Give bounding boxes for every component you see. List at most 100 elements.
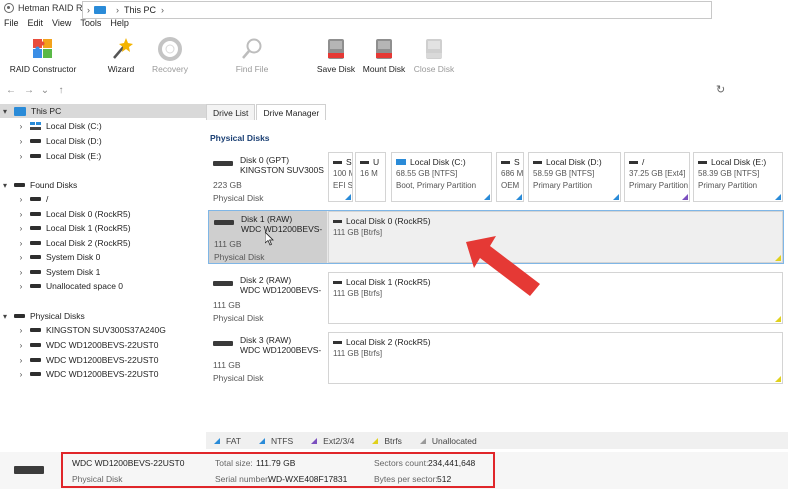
find-file-button[interactable]: Find File bbox=[232, 32, 272, 76]
chevron-right-icon[interactable]: › bbox=[16, 341, 26, 350]
chevron-right-icon[interactable]: › bbox=[16, 122, 26, 131]
chevron-right-icon[interactable]: › bbox=[16, 137, 26, 146]
chevron-down-icon[interactable]: ▾ bbox=[0, 312, 10, 321]
history-chevron-icon[interactable]: ⌄ bbox=[38, 85, 52, 96]
chevron-right-icon[interactable]: › bbox=[16, 239, 26, 248]
legend-swatch bbox=[372, 437, 379, 444]
tree-item-this-pc[interactable]: ▾ This PC bbox=[0, 104, 206, 118]
wizard-button[interactable]: Wizard bbox=[103, 32, 139, 76]
path-chevron-icon: › bbox=[116, 5, 119, 15]
menu-help[interactable]: Help bbox=[110, 18, 129, 28]
status-serial-label: Serial number: bbox=[215, 474, 271, 484]
tree-item-found-root[interactable]: › / bbox=[16, 192, 49, 206]
disk-info[interactable]: Disk 0 (GPT) KINGSTON SUV300S 223 GB Phy… bbox=[208, 152, 326, 203]
tree-item-kingston[interactable]: › KINGSTON SUV300S37A240G bbox=[16, 323, 166, 337]
partition-tile-local-disk-d[interactable]: Local Disk (D:) 58.59 GB [NTFS] Primary … bbox=[528, 152, 621, 202]
tree-item-wdc-2[interactable]: › WDC WD1200BEVS-22UST0 bbox=[16, 353, 159, 367]
legend-swatch bbox=[258, 437, 265, 444]
menu-edit[interactable]: Edit bbox=[28, 18, 44, 28]
close-disk-button[interactable]: Close Disk bbox=[412, 32, 456, 76]
fs-ntfs-marker bbox=[613, 194, 619, 200]
tree-item-found-disks[interactable]: ▾ Found Disks bbox=[0, 178, 77, 192]
tree-item-system-disk-1[interactable]: › System Disk 1 bbox=[16, 265, 101, 279]
chevron-right-icon[interactable]: › bbox=[16, 356, 26, 365]
tree-item-local-disk-d[interactable]: › Local Disk (D:) bbox=[16, 134, 102, 148]
drive-icon bbox=[30, 139, 41, 143]
tab-drive-list[interactable]: Drive List bbox=[206, 104, 256, 120]
fs-ntfs-marker bbox=[516, 194, 522, 200]
partition-tile-local-disk-1-rockr5[interactable]: Local Disk 1 (RockR5) 111 GB [Btrfs] bbox=[328, 272, 783, 324]
save-disk-icon bbox=[328, 39, 344, 59]
chevron-right-icon[interactable]: › bbox=[16, 253, 26, 262]
status-bps-label: Bytes per sector: bbox=[374, 474, 438, 484]
partition-tile-local-disk-c[interactable]: Local Disk (C:) 68.55 GB [NTFS] Boot, Pr… bbox=[391, 152, 492, 202]
raid-constructor-button[interactable]: RAID Constructor bbox=[8, 32, 78, 76]
magnifier-icon bbox=[242, 38, 262, 59]
tree-item-unallocated-space-0[interactable]: › Unallocated space 0 bbox=[16, 279, 123, 293]
partition-tile[interactable]: U 16 M bbox=[355, 152, 386, 202]
partition-icon bbox=[698, 160, 707, 164]
menu-view[interactable]: View bbox=[52, 18, 71, 28]
hard-disk-icon bbox=[213, 341, 233, 346]
disk-info[interactable]: Disk 3 (RAW) WDC WD1200BEVS- 111 GB Phys… bbox=[208, 332, 326, 384]
drive-icon bbox=[14, 314, 25, 318]
partition-icon bbox=[333, 280, 342, 284]
refresh-icon[interactable]: ↻ bbox=[716, 83, 725, 96]
breadcrumb-this-pc[interactable]: This PC bbox=[124, 5, 156, 15]
disk-info[interactable]: Disk 2 (RAW) WDC WD1200BEVS- 111 GB Phys… bbox=[208, 272, 326, 324]
chevron-right-icon[interactable]: › bbox=[16, 195, 26, 204]
disk-row[interactable]: Disk 0 (GPT) KINGSTON SUV300S 223 GB Phy… bbox=[208, 152, 784, 203]
partition-tile[interactable]: S 100 M EFI S bbox=[328, 152, 353, 202]
status-sectors: 234,441,648 bbox=[428, 458, 476, 468]
partition-tile-ext4[interactable]: / 37.25 GB [Ext4] Primary Partition bbox=[624, 152, 690, 202]
partition-tile[interactable]: S 686 M OEM bbox=[496, 152, 524, 202]
chevron-right-icon[interactable]: › bbox=[16, 282, 26, 291]
menu-tools[interactable]: Tools bbox=[80, 18, 101, 28]
toolbar: RAID Constructor Wizard Recovery Find Fi… bbox=[0, 32, 788, 78]
hard-disk-icon bbox=[213, 161, 233, 166]
chevron-down-icon[interactable]: ▾ bbox=[0, 181, 10, 190]
chevron-down-icon[interactable]: ▾ bbox=[0, 107, 10, 116]
lifebuoy-icon bbox=[158, 37, 182, 61]
legend-item: Btrfs bbox=[372, 436, 402, 446]
legend-swatch bbox=[214, 437, 220, 444]
drive-icon bbox=[30, 270, 41, 274]
hard-disk-icon bbox=[14, 466, 44, 474]
tree-item-local-disk-0-rockr5[interactable]: › Local Disk 0 (RockR5) bbox=[16, 207, 131, 221]
tree-item-local-disk-c[interactable]: › Local Disk (C:) bbox=[16, 119, 102, 133]
tree-item-local-disk-2-rockr5[interactable]: › Local Disk 2 (RockR5) bbox=[16, 236, 131, 250]
tree-item-wdc-3[interactable]: › WDC WD1200BEVS-22UST0 bbox=[16, 367, 159, 381]
disk-row[interactable]: Disk 3 (RAW) WDC WD1200BEVS- 111 GB Phys… bbox=[208, 332, 784, 384]
chevron-right-icon[interactable]: › bbox=[16, 152, 26, 161]
chevron-right-icon[interactable]: › bbox=[16, 268, 26, 277]
recovery-button[interactable]: Recovery bbox=[150, 32, 190, 76]
mount-disk-button[interactable]: Mount Disk bbox=[360, 32, 408, 76]
tree-item-system-disk-0[interactable]: › System Disk 0 bbox=[16, 250, 101, 264]
legend-item: Unallocated bbox=[419, 436, 477, 446]
chevron-right-icon[interactable]: › bbox=[16, 326, 26, 335]
chevron-right-icon[interactable]: › bbox=[16, 224, 26, 233]
address-path[interactable]: › › This PC › bbox=[82, 1, 712, 19]
menu-file[interactable]: File bbox=[4, 18, 19, 28]
partition-tile-local-disk-e[interactable]: Local Disk (E:) 58.39 GB [NTFS] Primary … bbox=[693, 152, 783, 202]
partition-tile-local-disk-2-rockr5[interactable]: Local Disk 2 (RockR5) 111 GB [Btrfs] bbox=[328, 332, 783, 384]
annotation-arrow-icon bbox=[466, 236, 540, 296]
tab-bar: Drive List Drive Manager bbox=[206, 104, 327, 120]
drive-icon bbox=[30, 343, 41, 347]
tree-item-local-disk-e[interactable]: › Local Disk (E:) bbox=[16, 149, 102, 163]
drive-icon bbox=[30, 212, 41, 216]
up-arrow-icon[interactable]: ↑ bbox=[54, 85, 68, 96]
drive-icon bbox=[30, 241, 41, 245]
partition-tile-local-disk-0-rockr5[interactable]: Local Disk 0 (RockR5) 111 GB [Btrfs] bbox=[328, 211, 783, 263]
hard-disk-icon bbox=[214, 220, 234, 225]
tree-item-physical-disks[interactable]: ▾ Physical Disks bbox=[0, 309, 85, 323]
forward-arrow-icon[interactable]: → bbox=[22, 85, 36, 96]
tree-item-local-disk-1-rockr5[interactable]: › Local Disk 1 (RockR5) bbox=[16, 221, 131, 235]
chevron-right-icon[interactable]: › bbox=[16, 370, 26, 379]
status-sectors-label: Sectors count: bbox=[374, 458, 429, 468]
back-arrow-icon[interactable]: ← bbox=[4, 85, 18, 96]
tree-item-wdc-1[interactable]: › WDC WD1200BEVS-22UST0 bbox=[16, 338, 159, 352]
tab-drive-manager[interactable]: Drive Manager bbox=[256, 104, 327, 120]
chevron-right-icon[interactable]: › bbox=[16, 210, 26, 219]
save-disk-button[interactable]: Save Disk bbox=[316, 32, 356, 76]
